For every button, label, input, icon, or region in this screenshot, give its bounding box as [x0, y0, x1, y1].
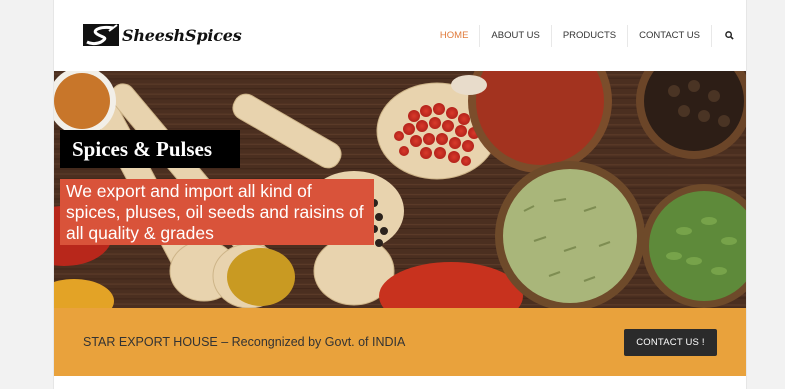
- brand-logo[interactable]: SheeshSpices: [83, 22, 242, 48]
- search-icon: [724, 31, 734, 40]
- hero-banner: Spices & Pulses We export and import all…: [54, 71, 746, 308]
- cta-banner: STAR EXPORT HOUSE – Recongnized by Govt.…: [54, 308, 746, 376]
- main-nav: HOME ABOUT US PRODUCTS CONTACT US: [429, 0, 746, 71]
- banner-text: STAR EXPORT HOUSE – Recongnized by Govt.…: [83, 335, 406, 349]
- hero-subtitle: We export and import all kind of spices,…: [60, 179, 374, 245]
- nav-item-home[interactable]: HOME: [429, 25, 480, 47]
- nav-item-contact-us[interactable]: CONTACT US: [627, 24, 711, 47]
- contact-us-button[interactable]: CONTACT US !: [624, 329, 717, 356]
- s-swoosh-logo-icon: [83, 24, 119, 46]
- hero-title: Spices & Pulses: [60, 130, 240, 168]
- page: SheeshSpices HOME ABOUT US PRODUCTS CONT…: [53, 0, 747, 389]
- search-button[interactable]: [711, 24, 746, 47]
- nav-item-about-us[interactable]: ABOUT US: [479, 24, 550, 47]
- nav-item-products[interactable]: PRODUCTS: [550, 24, 627, 47]
- brand-name: SheeshSpices: [122, 25, 242, 45]
- content-strip: [54, 376, 746, 389]
- site-header: SheeshSpices HOME ABOUT US PRODUCTS CONT…: [54, 0, 746, 71]
